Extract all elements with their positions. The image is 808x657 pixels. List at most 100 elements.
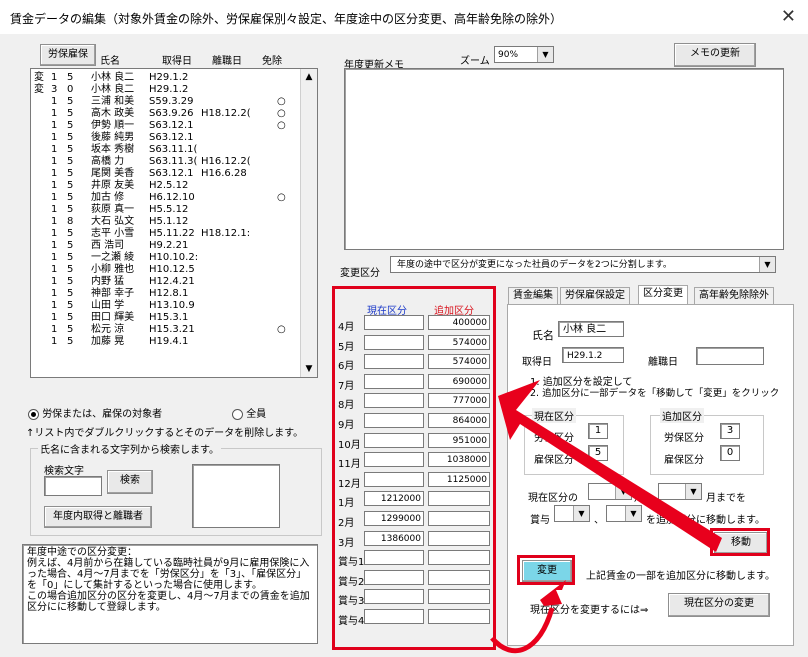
add-rokoho-value[interactable]: 3 (720, 423, 740, 439)
list-cell: H29.1.2 (149, 72, 189, 83)
list-item[interactable]: 1 5 神部 幸子 H12.8.1 (31, 288, 301, 300)
list-cell: ○ (277, 120, 286, 131)
list-item[interactable]: 変 3 0 小林 良二 H29.1.2 (31, 84, 301, 96)
to-month-select[interactable]: ▼ (658, 483, 702, 500)
list-cell: 1 (51, 204, 58, 215)
list-item[interactable]: 1 5 一之瀬 綾 H10.10.2: (31, 252, 301, 264)
list-item[interactable]: 1 5 内野 猛 H12.4.21 (31, 276, 301, 288)
search-group-title: 氏名に含まれる文字列から検索します。 (38, 441, 221, 456)
list-cell: 1 (51, 144, 58, 155)
zoom-label: ズーム (460, 56, 490, 67)
list-item[interactable]: 1 5 尾関 美香 S63.12.1 H16.6.28 (31, 168, 301, 180)
list-cell: 松元 涼 (91, 324, 125, 335)
rokoho-sort-button[interactable]: 労保雇保 (40, 44, 96, 66)
change-button-highlight (517, 555, 575, 585)
list-item[interactable]: 1 5 井原 友美 H2.5.12 (31, 180, 301, 192)
to-month-dropdown-icon[interactable]: ▼ (685, 484, 701, 499)
list-cell: 尾関 美香 (91, 168, 135, 179)
radio-target[interactable]: 労保または、雇保の対象者 (28, 405, 162, 420)
tab-konenrei[interactable]: 高年齢免除除外 (694, 287, 774, 304)
list-item[interactable]: 15 西 浩司 H9.2.21 (31, 240, 301, 252)
change-current-label: 現在区分を変更するには⇒ (530, 605, 649, 616)
list-cell: 三浦 和美 (91, 96, 135, 107)
list-cell: 大石 弘文 (91, 216, 135, 227)
bonus-from-dropdown-icon[interactable]: ▼ (573, 506, 589, 521)
close-icon[interactable]: ✕ (781, 6, 796, 27)
list-item[interactable]: 1 5 小柳 雅也 H10.12.5 (31, 264, 301, 276)
zoom-select[interactable]: 90% ▼ (494, 46, 554, 63)
list-cell: 1 (51, 132, 58, 143)
from-month-dropdown-icon[interactable]: ▼ (615, 484, 631, 499)
list-cell: 1 (51, 252, 58, 263)
list-cell: 加藤 晃 (91, 336, 125, 347)
list-item[interactable]: 1 5 加古 修 H6.12.10 ○ (31, 192, 301, 204)
henko-value: 年度の途中で区分が変更になった社員のデータを2つに分割します。 (397, 260, 672, 270)
bonus-to-select[interactable]: ▼ (606, 505, 642, 522)
search-button[interactable]: 検索 (107, 470, 153, 494)
header-menjo: 免除 (262, 56, 282, 67)
list-item[interactable]: 1 5 荻原 真一 H5.5.12 (31, 204, 301, 216)
list-cell: H5.1.12 (149, 216, 189, 227)
list-item[interactable]: 変 1 5 小林 良二 H29.1.2 (31, 72, 301, 84)
search-input[interactable] (44, 476, 102, 496)
zoom-dropdown-icon[interactable]: ▼ (537, 47, 553, 62)
list-cell: 5 (67, 312, 74, 323)
list-scrollbar[interactable]: ▲ ▼ (300, 69, 317, 377)
search-results-box[interactable] (192, 464, 280, 528)
list-cell: 1 (51, 108, 58, 119)
list-cell: 5 (67, 276, 74, 287)
tab-rokoho[interactable]: 労保雇保設定 (560, 287, 630, 304)
list-cell: H16.12.2( (201, 156, 251, 167)
list-item[interactable]: 1 8 大石 弘文 H5.1.12 (31, 216, 301, 228)
from-month-select[interactable]: ▼ (588, 483, 632, 500)
list-cell: 荻原 真一 (91, 204, 135, 215)
tab-chingin[interactable]: 賃金編集 (508, 287, 558, 304)
move-text: を追加区分に移動します。 (646, 515, 765, 526)
list-item[interactable]: 1 5 志平 小雪 H5.11.22 H18.12.1: (31, 228, 301, 240)
add-koho-value[interactable]: 0 (720, 445, 740, 461)
radio-target-indicator[interactable] (28, 408, 39, 420)
kubun-henko-panel: 氏名 小林 良二 取得日 H29.1.2 離職日 1. 追加区分を設定して 2.… (507, 304, 794, 646)
list-cell: 5 (67, 96, 74, 107)
list-item[interactable]: 1 5 山田 学 H13.10.9 (31, 300, 301, 312)
panel-name-label: 氏名 (532, 329, 554, 342)
list-item[interactable]: 1 5 坂本 秀樹 S63.11.1( (31, 144, 301, 156)
scroll-down-icon[interactable]: ▼ (301, 361, 317, 377)
list-cell: S59.3.29 (149, 96, 194, 107)
list-item[interactable]: 1 5 松元 涼 H15.3.21 ○ (31, 324, 301, 336)
cur-rokoho-value[interactable]: 1 (588, 423, 608, 439)
list-cell: 伊勢 順一 (91, 120, 135, 131)
list-cell: 後藤 純男 (91, 132, 135, 143)
search-label: 検索文字 (44, 466, 84, 477)
henko-dropdown-icon[interactable]: ▼ (759, 257, 775, 272)
tab-kubun-henko[interactable]: 区分変更 (638, 285, 688, 306)
list-cell: 1 (51, 300, 58, 311)
change-desc: 上記賃金の一部を追加区分に移動します。 (586, 571, 775, 582)
bonus-from-select[interactable]: ▼ (554, 505, 590, 522)
change-current-button[interactable]: 現在区分の変更 (668, 593, 770, 617)
bonus-to-dropdown-icon[interactable]: ▼ (625, 506, 641, 521)
list-cell: 3 (51, 84, 58, 95)
list-item[interactable]: 1 5 高橋 力 S63.11.3(H16.12.2( (31, 156, 301, 168)
list-cell: H10.10.2: (149, 252, 199, 263)
acquire-leave-button[interactable]: 年度内取得と離職者 (44, 506, 152, 528)
list-item[interactable]: 1 5 田口 輝美 H15.3.1 (31, 312, 301, 324)
list-item[interactable]: 1 5 加藤 晃 H19.4.1 (31, 336, 301, 348)
radio-all-indicator[interactable] (232, 408, 243, 420)
list-cell: 1 (51, 312, 58, 323)
henko-select[interactable]: 年度の途中で区分が変更になった社員のデータを2つに分割します。 ▼ (390, 256, 776, 273)
list-item[interactable]: 1 5 三浦 和美 S59.3.29 ○ (31, 96, 301, 108)
employee-list[interactable]: 変 1 5 小林 良二 H29.1.2 変 3 0 小林 良二 H29.1.2 1 5 三浦 和美 S59… (30, 68, 318, 378)
add-rokoho-label: 労保区分 (664, 433, 704, 444)
scroll-up-icon[interactable]: ▲ (301, 69, 317, 85)
list-item[interactable]: 1 5 後藤 純男 S63.12.1 (31, 132, 301, 144)
list-item[interactable]: 1 5 高木 政美 S63.9.26 H18.12.2(○ (31, 108, 301, 120)
list-item[interactable]: 1 5 伊勢 順一 S63.12.1 ○ (31, 120, 301, 132)
memo-update-button[interactable]: メモの更新 (674, 43, 756, 67)
list-cell: S63.11.3( (149, 156, 198, 167)
radio-all[interactable]: 全員 (232, 405, 266, 420)
list-cell: 1 (51, 264, 58, 275)
cur-koho-value[interactable]: 5 (588, 445, 608, 461)
memo-textarea[interactable] (344, 68, 784, 250)
instruction-2: 2. 追加区分に一部データを「移動して「変更」をクリック (530, 388, 780, 399)
